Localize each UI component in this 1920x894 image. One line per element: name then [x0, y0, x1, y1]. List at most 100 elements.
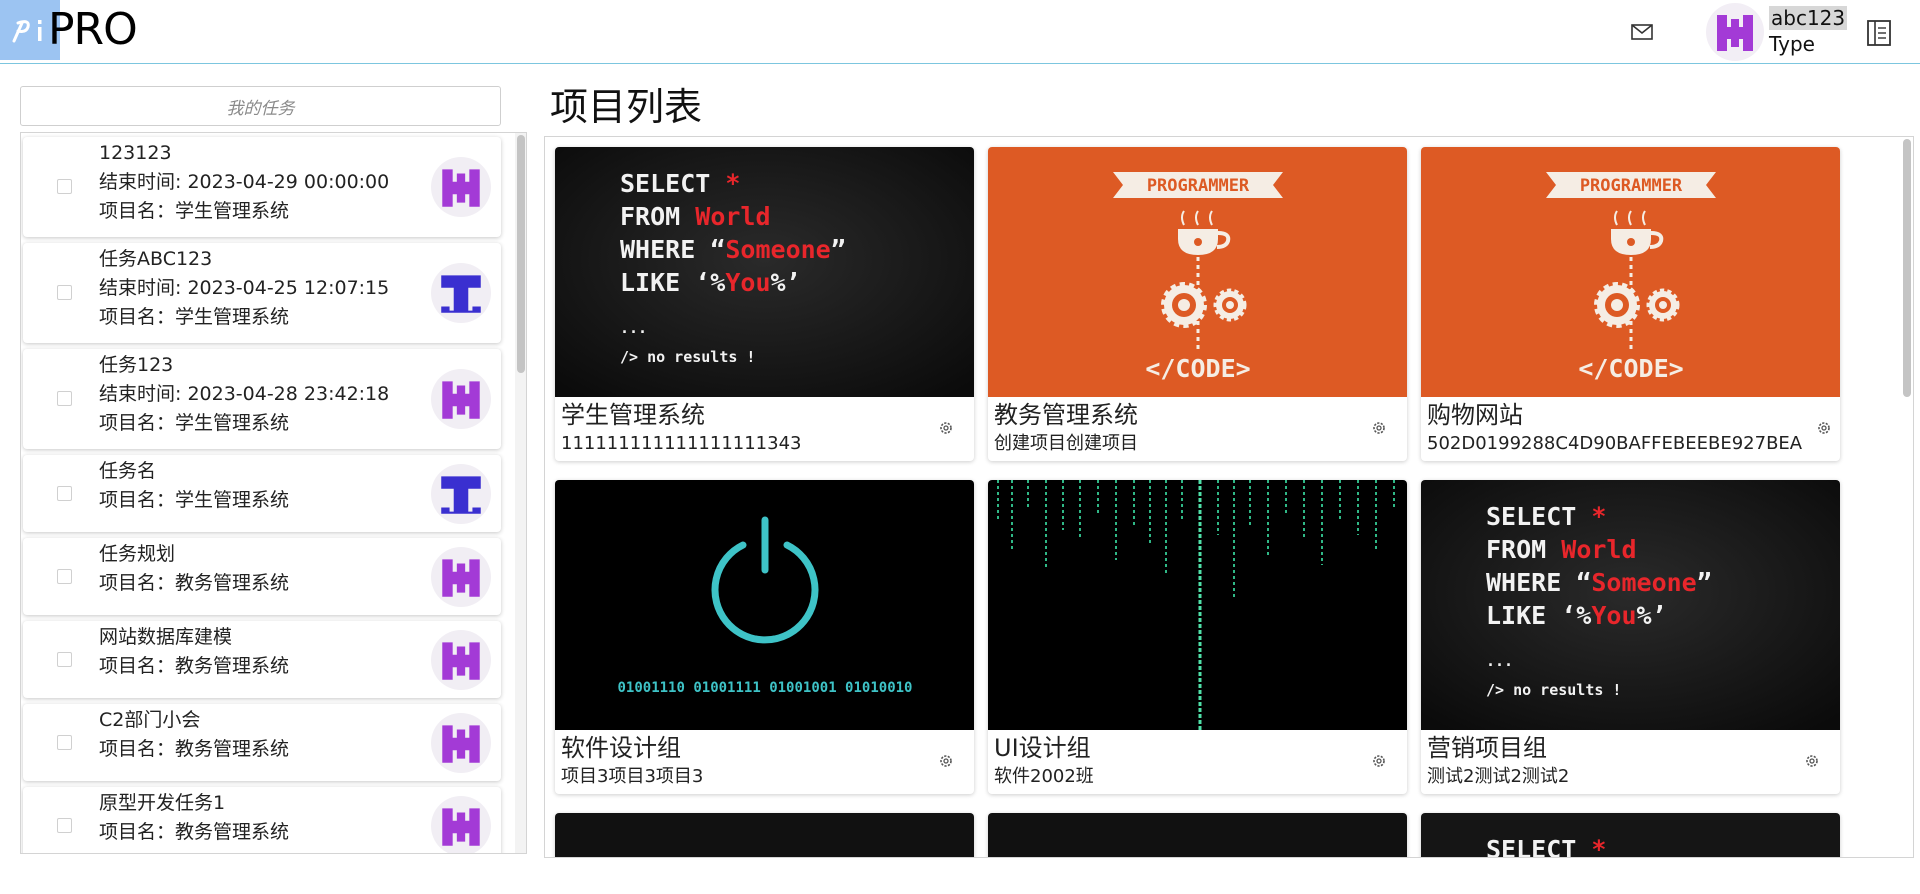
project-cover-image — [988, 480, 1407, 730]
task-list-panel: 123123 结束时间: 2023-04-29 00:00:00 项目名：学生管… — [20, 132, 527, 854]
task-project: 项目名：学生管理系统 — [99, 200, 290, 222]
task-item[interactable]: 任务123 结束时间: 2023-04-28 23:42:18 项目名：学生管理… — [23, 349, 501, 449]
svg-text:/> no results !: /> no results ! — [1486, 681, 1621, 699]
svg-text:WHERE “Someone”: WHERE “Someone” — [1486, 568, 1712, 597]
svg-text:LIKE ‘%You%’: LIKE ‘%You%’ — [620, 268, 801, 297]
project-cover-image: SELECT * FROM World WHERE “Someone” LIKE… — [555, 147, 974, 397]
task-checkbox[interactable] — [57, 735, 72, 750]
task-checkbox[interactable] — [57, 391, 72, 406]
task-end-time: 结束时间: 2023-04-29 00:00:00 — [99, 171, 390, 193]
task-item[interactable]: 任务名 项目名：学生管理系统 — [23, 455, 501, 532]
task-list-scrollbar[interactable] — [515, 133, 526, 853]
settings-gear-icon[interactable] — [1370, 419, 1388, 437]
task-end-time: 结束时间: 2023-04-25 12:07:15 — [99, 277, 390, 299]
project-card[interactable]: UI设计组 软件2002班 — [988, 480, 1407, 794]
project-description: 项目3项目3项目3 — [561, 766, 704, 787]
svg-text:SELECT *: SELECT * — [1486, 502, 1606, 531]
project-cover-image: PROGRAMMER </CODE> — [988, 147, 1407, 397]
project-card[interactable]: SELECT * FROM World WHERE “Someone” LIKE… — [555, 147, 974, 461]
svg-text:/> no results !: /> no results ! — [620, 348, 755, 366]
task-checkbox[interactable] — [57, 486, 72, 501]
user-name[interactable]: abc123 — [1769, 6, 1848, 30]
svg-text:SELECT *: SELECT * — [620, 169, 740, 198]
assignee-avatar — [431, 630, 491, 690]
project-card[interactable]: PROGRAMMER </CODE> 教务管理系统 创建项目创建项目 — [988, 147, 1407, 461]
mail-icon[interactable] — [1630, 20, 1654, 44]
page-title: 项目列表 — [550, 85, 703, 129]
project-card[interactable]: SELECT * FROM World WHERE “Someone” LIKE… — [1421, 480, 1840, 794]
task-title: 123123 — [99, 142, 172, 164]
task-item[interactable]: 原型开发任务1 项目名：教务管理系统 — [23, 787, 501, 853]
task-title: 任务名 — [99, 460, 157, 482]
svg-text:FROM World: FROM World — [620, 202, 771, 231]
project-description: 测试2测试2测试2 — [1427, 766, 1570, 787]
project-grid-scrollbar[interactable] — [1901, 137, 1913, 857]
task-project: 项目名：学生管理系统 — [99, 412, 290, 434]
document-icon[interactable] — [1866, 19, 1892, 47]
assignee-avatar — [431, 547, 491, 607]
task-project: 项目名：学生管理系统 — [99, 489, 290, 511]
assignee-avatar — [431, 263, 491, 323]
svg-text:WHERE “Someone”: WHERE “Someone” — [620, 235, 846, 264]
project-card[interactable]: PROGRAMMER </CODE> 购物网站 502D0199288C4D90… — [1421, 147, 1840, 461]
svg-text:LIKE ‘%You%’: LIKE ‘%You%’ — [1486, 601, 1667, 630]
svg-text:01001110 01001111 01001001 010: 01001110 01001111 01001001 01010010 — [617, 680, 912, 696]
svg-text:</CODE>: </CODE> — [1578, 354, 1683, 383]
project-name: 教务管理系统 — [994, 401, 1138, 429]
user-avatar[interactable] — [1706, 3, 1764, 61]
scrollbar-thumb[interactable] — [1903, 139, 1911, 397]
task-title: 任务ABC123 — [99, 248, 213, 270]
settings-gear-icon[interactable] — [1815, 419, 1833, 437]
task-item[interactable]: 任务规划 项目名：教务管理系统 — [23, 538, 501, 615]
logo-text: PRO — [48, 4, 138, 55]
project-card[interactable]: 01001110 01001111 01001001 01010010 软件设计… — [555, 480, 974, 794]
project-cover-image: 01001110 01001111 01001001 01010010 — [555, 480, 974, 730]
task-end-time: 结束时间: 2023-04-28 23:42:18 — [99, 383, 390, 405]
assignee-avatar — [431, 713, 491, 773]
settings-gear-icon[interactable] — [937, 419, 955, 437]
task-project: 项目名：教务管理系统 — [99, 572, 290, 594]
task-item[interactable]: C2部门小会 项目名：教务管理系统 — [23, 704, 501, 781]
task-title: 网站数据库建模 — [99, 626, 233, 648]
task-search-input[interactable]: 我的任务 — [20, 86, 501, 126]
task-title: 任务规划 — [99, 543, 176, 565]
task-checkbox[interactable] — [57, 818, 72, 833]
project-card[interactable] — [988, 813, 1407, 857]
settings-gear-icon[interactable] — [1803, 752, 1821, 770]
app-logo[interactable]: PRO — [0, 0, 138, 60]
settings-gear-icon[interactable] — [1370, 752, 1388, 770]
settings-gear-icon[interactable] — [937, 752, 955, 770]
project-name: 购物网站 — [1427, 401, 1523, 429]
task-checkbox[interactable] — [57, 569, 72, 584]
task-checkbox[interactable] — [57, 285, 72, 300]
svg-text:PROGRAMMER: PROGRAMMER — [1147, 176, 1250, 196]
svg-text:SELECT *: SELECT * — [1486, 835, 1606, 858]
project-cover-image — [555, 813, 974, 857]
svg-text:PROGRAMMER: PROGRAMMER — [1580, 176, 1683, 196]
task-item[interactable]: 任务ABC123 结束时间: 2023-04-25 12:07:15 项目名：学… — [23, 243, 501, 343]
project-card[interactable]: SELECT * — [1421, 813, 1840, 858]
task-item[interactable]: 网站数据库建模 项目名：教务管理系统 — [23, 621, 501, 698]
svg-text:</CODE>: </CODE> — [1145, 354, 1250, 383]
task-item[interactable]: 123123 结束时间: 2023-04-29 00:00:00 项目名：学生管… — [23, 137, 501, 237]
task-title: 任务123 — [99, 354, 174, 376]
task-list: 123123 结束时间: 2023-04-29 00:00:00 项目名：学生管… — [23, 137, 501, 853]
task-title: C2部门小会 — [99, 709, 201, 731]
top-bar: PRO abc123 Type — [0, 0, 1920, 64]
svg-text:...: ... — [620, 319, 647, 337]
scrollbar-thumb[interactable] — [517, 135, 525, 373]
project-card[interactable] — [555, 813, 974, 857]
task-checkbox[interactable] — [57, 652, 72, 667]
svg-text:...: ... — [1486, 652, 1513, 670]
task-project: 项目名：教务管理系统 — [99, 738, 290, 760]
project-cover-image: SELECT * FROM World WHERE “Someone” LIKE… — [1421, 480, 1840, 730]
project-name: 软件设计组 — [561, 734, 681, 762]
task-checkbox[interactable] — [57, 179, 72, 194]
project-cover-image: PROGRAMMER </CODE> — [1421, 147, 1840, 397]
task-project: 项目名：学生管理系统 — [99, 306, 290, 328]
task-title: 原型开发任务1 — [99, 792, 226, 814]
project-description: 软件2002班 — [994, 766, 1094, 787]
task-project: 项目名：教务管理系统 — [99, 655, 290, 677]
project-description: 创建项目创建项目 — [994, 433, 1138, 454]
task-project: 项目名：教务管理系统 — [99, 821, 290, 843]
